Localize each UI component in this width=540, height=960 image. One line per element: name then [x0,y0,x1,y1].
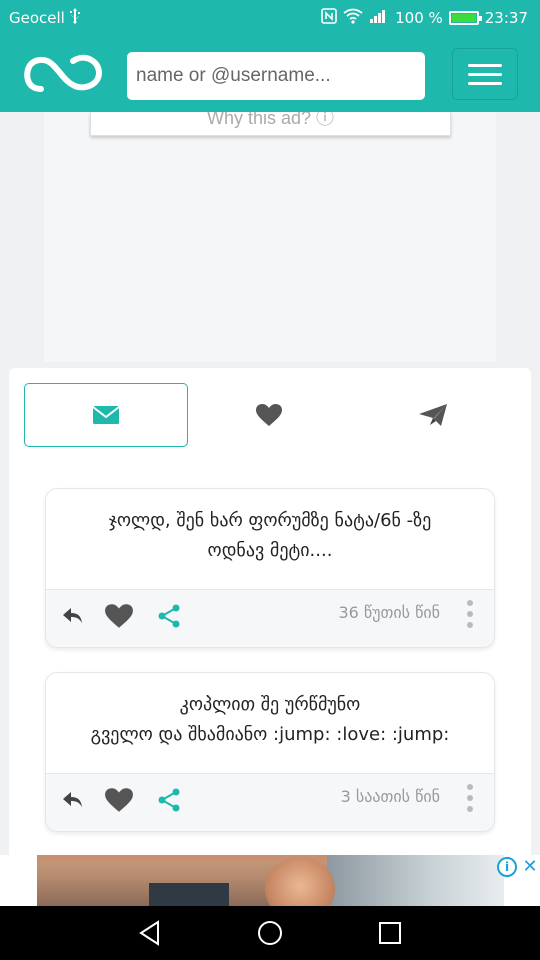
dot [467,795,473,801]
menu-line [468,81,502,85]
paper-plane-icon [419,404,447,426]
messages-card: ჯოლდ, შენ ხარ ფორუმზე ნატა/6ნ -ზე ოდნავ … [9,368,531,868]
message-line: ოდნავ მეტი.... [207,540,333,561]
envelope-icon [92,406,120,424]
home-icon[interactable] [240,906,300,960]
more-options-icon[interactable] [464,598,476,630]
ad-image[interactable] [37,855,504,906]
like-heart-icon[interactable] [104,603,134,633]
dot [467,784,473,790]
carrier-name: Geocell [9,9,65,27]
battery-percent: 100 % [395,9,443,27]
ad-info-icon[interactable]: i [497,857,517,877]
menu-line [468,63,502,67]
app-header [0,36,540,112]
why-this-ad-label[interactable]: Why this ad? ⓘ [91,112,450,130]
message-line: გველო და შხამიანო :jump: :love: :jump: [90,724,450,745]
message-time: 3 საათის წინ [340,787,440,806]
infinity-logo-icon[interactable] [21,51,105,95]
message-line: კოპლით შე ურწმუნო [179,694,361,715]
search-input[interactable] [127,52,425,100]
ad-close-icon[interactable]: ✕ [520,857,540,877]
battery-tip [478,16,482,21]
message-line: ჯოლდ, შენ ხარ ფორუმზე ნატა/6ნ -ზე [108,510,432,531]
ad-area [44,112,496,362]
message-text: ჯოლდ, შენ ხარ ფორუმზე ნატა/6ნ -ზე ოდნავ … [46,489,494,587]
message-time: 36 წუთის წინ [338,603,440,622]
battery-fill [451,14,476,22]
tab-sent[interactable] [351,383,515,447]
dot [467,806,473,812]
why-this-ad-card[interactable]: Why this ad? ⓘ [90,112,451,136]
status-left: Geocell [9,8,81,28]
more-options-icon[interactable] [464,782,476,814]
ad-image-monitor [149,883,229,906]
heart-icon [256,404,282,426]
reply-icon[interactable] [62,604,84,630]
message-actions: 3 საათის წინ [46,773,494,831]
battery-icon [448,11,482,25]
tab-inbox[interactable] [24,383,188,447]
message-text: კოპლით შე ურწმუნო გველო და შხამიანო :jum… [46,673,494,771]
clock: 23:37 [484,9,528,27]
tab-favorites[interactable] [187,383,351,447]
system-nav-bar [0,906,540,960]
share-icon[interactable] [157,604,181,632]
message-actions: 36 წუთის წინ [46,589,494,647]
share-icon[interactable] [157,788,181,816]
status-bar: Geocell 100 % 23:37 [0,0,540,36]
message-card[interactable]: კოპლით შე ურწმუნო გველო და შხამიანო :jum… [45,672,495,832]
dot [467,611,473,617]
wifi-icon [343,8,363,28]
message-card[interactable]: ჯოლდ, შენ ხარ ფორუმზე ნატა/6ნ -ზე ოდნავ … [45,488,495,648]
ad-image-person [265,857,335,906]
ad-image-window [327,855,504,906]
status-right: 100 % 23:37 [321,8,528,28]
reply-icon[interactable] [62,788,84,814]
nfc-icon [321,8,337,28]
menu-line [468,72,502,76]
signal-icon [369,8,389,28]
back-icon[interactable] [120,906,180,960]
recent-apps-icon[interactable] [360,906,420,960]
dot [467,622,473,628]
dot [467,600,473,606]
usb-icon [69,8,81,28]
hamburger-menu-icon[interactable] [452,48,518,100]
like-heart-icon[interactable] [104,787,134,817]
bottom-banner-ad[interactable]: i ✕ [0,855,540,906]
